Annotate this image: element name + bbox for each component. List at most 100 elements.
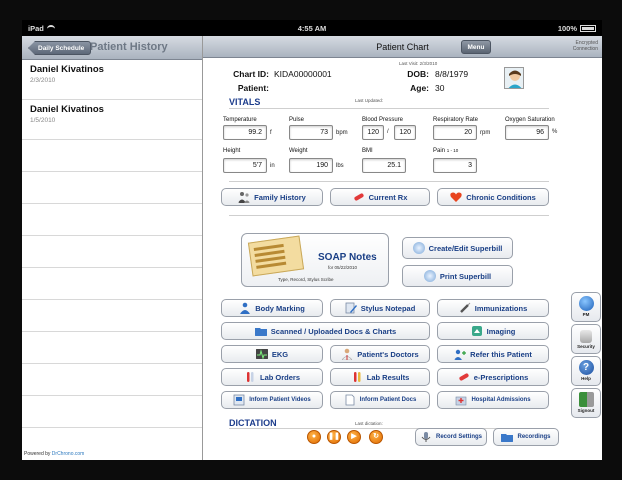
superbill-icon: [412, 242, 425, 254]
bmi-field[interactable]: 25.1: [362, 158, 406, 173]
signout-button[interactable]: Signout: [571, 388, 601, 418]
divider: [229, 108, 549, 109]
pen-icon: [345, 302, 357, 314]
stylus-notepad-button[interactable]: Stylus Notepad: [330, 299, 430, 317]
ekg-button[interactable]: EKG: [221, 345, 323, 363]
chronic-conditions-button[interactable]: Chronic Conditions: [437, 188, 549, 206]
ipad-screen: iPad 4:55 AM 100% Daily Schedule Patient…: [22, 20, 602, 460]
pause-button[interactable]: ❚❚: [327, 430, 341, 444]
last-visit: Last Visit: 2/3/2010: [399, 61, 438, 66]
divider: [229, 215, 549, 216]
right-navbar: Patient Chart Menu Encrypted Connection: [203, 36, 602, 58]
microphone-icon: [421, 432, 431, 442]
daily-schedule-back-button[interactable]: Daily Schedule: [28, 41, 92, 55]
empty-row: [22, 396, 202, 428]
dictation-section-label: DICTATION: [229, 418, 277, 428]
brand-link[interactable]: DrChrono.com: [52, 451, 85, 457]
patient-avatar[interactable]: [504, 67, 524, 89]
record-button[interactable]: ●: [307, 430, 321, 444]
pm-button[interactable]: PM: [571, 292, 601, 322]
hospital-admissions-button[interactable]: Hospital Admissions: [437, 391, 549, 409]
last-dictation: Last dictation:: [355, 421, 383, 426]
print-superbill-button[interactable]: Print Superbill: [402, 265, 513, 287]
security-button[interactable]: Security: [571, 324, 601, 354]
test-tube-icon: [353, 372, 361, 382]
imaging-icon: [471, 326, 482, 336]
diastolic-field[interactable]: 120: [394, 125, 416, 140]
current-rx-button[interactable]: Current Rx: [330, 188, 430, 206]
lab-orders-button[interactable]: Lab Orders: [221, 368, 323, 386]
pain-label: Pain 1 - 10: [433, 148, 459, 154]
inform-docs-button[interactable]: Inform Patient Docs: [330, 391, 430, 409]
record-settings-button[interactable]: Record Settings: [415, 428, 487, 446]
imaging-button[interactable]: Imaging: [437, 322, 549, 340]
soap-notes-button[interactable]: SOAP Notes for 05/22/2010 Type, Record, …: [241, 233, 389, 287]
play-icon: ▶: [351, 433, 357, 440]
soap-notes-subtitle: Type, Record, Stylus Scribe: [278, 277, 334, 282]
height-unit: in: [270, 163, 275, 169]
globe-icon: [578, 296, 594, 311]
height-field[interactable]: 5'7: [223, 158, 267, 173]
status-time: 4:55 AM: [297, 24, 327, 33]
patient-history-title: Patient History: [90, 41, 168, 53]
pain-range: 1 - 10: [446, 148, 459, 153]
help-icon: ?: [578, 360, 594, 375]
pulse-label: Pulse: [289, 117, 305, 123]
respiratory-rate-unit: rpm: [480, 130, 491, 136]
signout-icon: [578, 392, 594, 407]
weight-unit: lbs: [336, 163, 344, 169]
record-icon: ●: [311, 433, 317, 440]
body-marking-button[interactable]: Body Marking: [221, 299, 323, 317]
pain-field[interactable]: 3: [433, 158, 477, 173]
chart-id-label: Chart ID:: [233, 69, 269, 79]
recordings-button[interactable]: Recordings: [493, 428, 559, 446]
empty-row: [22, 268, 202, 300]
heart-icon: [450, 192, 462, 202]
pulse-field[interactable]: 73: [289, 125, 333, 140]
help-button[interactable]: ? Help: [571, 356, 601, 386]
list-item[interactable]: Daniel Kivatinos 1/5/2010: [22, 100, 202, 140]
oxygen-saturation-label: Oxygen Saturation: [505, 117, 555, 123]
temperature-label: Temperature: [223, 117, 257, 123]
respiratory-rate-label: Respiratory Rate: [433, 117, 479, 123]
empty-row: [22, 236, 202, 268]
inform-videos-button[interactable]: Inform Patient Videos: [221, 391, 323, 409]
weight-field[interactable]: 190: [289, 158, 333, 173]
empty-row: [22, 300, 202, 332]
scanned-docs-button[interactable]: Scanned / Uploaded Docs & Charts: [221, 322, 430, 340]
patients-doctors-button[interactable]: Patient's Doctors: [330, 345, 430, 363]
list-item[interactable]: Daniel Kivatinos 2/3/2010: [22, 60, 202, 100]
lab-results-button[interactable]: Lab Results: [330, 368, 430, 386]
bp-separator: /: [387, 129, 389, 135]
respiratory-rate-field[interactable]: 20: [433, 125, 477, 140]
empty-row: [22, 204, 202, 236]
menu-button[interactable]: Menu: [461, 40, 491, 54]
oxygen-saturation-unit: %: [552, 129, 558, 135]
temperature-field[interactable]: 99.2: [223, 125, 267, 140]
refresh-button[interactable]: ↻: [369, 430, 383, 444]
ipad-frame: iPad 4:55 AM 100% Daily Schedule Patient…: [0, 0, 622, 480]
list-item-date: 1/5/2010: [30, 117, 56, 124]
avatar-icon: [505, 68, 523, 88]
empty-row: [22, 332, 202, 364]
status-battery: 100%: [558, 24, 596, 33]
syringe-icon: [459, 302, 471, 313]
immunizations-button[interactable]: Immunizations: [437, 299, 549, 317]
family-history-button[interactable]: Family History: [221, 188, 323, 206]
play-button[interactable]: ▶: [347, 430, 361, 444]
soap-notes-title: SOAP Notes: [318, 252, 377, 263]
pill-icon: [354, 193, 364, 201]
create-superbill-button[interactable]: Create/Edit Superbill: [402, 237, 513, 259]
bmi-label: BMI: [362, 148, 373, 154]
soap-notes-date: for 05/22/2010: [328, 265, 358, 270]
doctor-icon: [341, 348, 353, 360]
empty-row: [22, 140, 202, 172]
patient-history-list: Daniel Kivatinos 2/3/2010 Daniel Kivatin…: [22, 60, 202, 428]
e-prescriptions-button[interactable]: e-Prescriptions: [437, 368, 549, 386]
page-title: Patient Chart: [376, 42, 429, 52]
oxygen-saturation-field[interactable]: 96: [505, 125, 549, 140]
patient-history-pane: Daily Schedule Patient History Daniel Ki…: [22, 36, 203, 460]
list-item-name: Daniel Kivatinos: [30, 64, 104, 75]
refer-patient-button[interactable]: Refer this Patient: [437, 345, 549, 363]
systolic-field[interactable]: 120: [362, 125, 384, 140]
